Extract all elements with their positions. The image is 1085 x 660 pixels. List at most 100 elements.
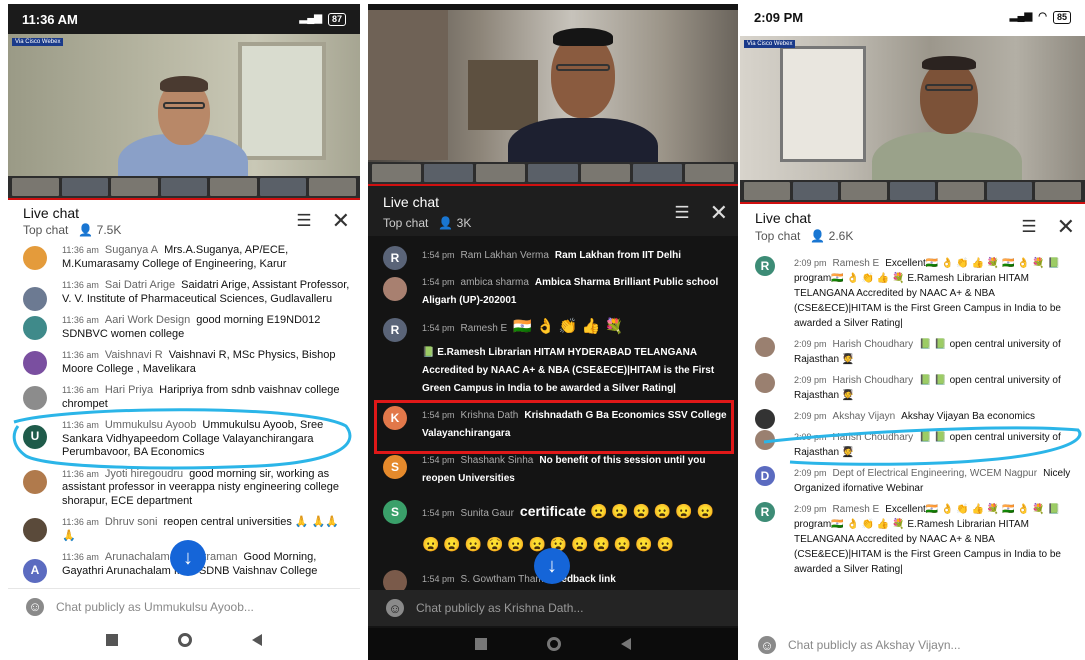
chat-message: R 1:54 pm Ram Lakhan Verma Ram Lakhan from… <box>368 246 738 270</box>
video-player[interactable]: Via Cisco Webex <box>8 34 360 198</box>
avatar: R <box>383 318 407 342</box>
avatar: S <box>383 500 407 524</box>
avatar: R <box>383 246 407 270</box>
recents-icon[interactable] <box>475 638 487 650</box>
smiley-icon[interactable]: ☺ <box>386 599 404 617</box>
video-player[interactable]: Via Cisco Webex <box>740 36 1085 202</box>
chat-message: 11:36 am Suganya A Mrs.A.Suganya, AP/ECE, … <box>8 244 360 271</box>
speaker <box>740 36 1085 202</box>
tune-icon[interactable]: ☰ <box>1021 217 1036 237</box>
arrow-down-icon: ↓ <box>547 554 557 577</box>
chat-message: S 1:54 pm Shashank Sinha No benefit of thi… <box>368 451 738 488</box>
back-icon[interactable] <box>252 634 262 646</box>
home-icon[interactable] <box>547 637 561 651</box>
wifi-icon: ◠ <box>1038 10 1047 22</box>
scroll-down-button[interactable]: ↓ <box>170 540 206 576</box>
chat-message: 2:09 pm Akshay Vijayn Akshay Vijayan Ba ec… <box>740 409 1085 429</box>
chat-message: 2:09 pm Harish Choudhary 📗 📗 open central … <box>740 337 1085 367</box>
status-time: 11:36 AM <box>22 11 78 27</box>
android-nav-bar <box>8 624 360 656</box>
chat-input-placeholder: Chat publicly as Ummukulsu Ayoob... <box>56 599 254 614</box>
back-icon[interactable] <box>621 638 631 650</box>
chat-input[interactable]: ☺ Chat publicly as Krishna Dath... <box>368 590 738 626</box>
chat-message: 11:36 am Dhruv soni reopen central univers… <box>8 516 360 543</box>
chat-message: 11:36 am Hari Priya Haripriya from sdnb va… <box>8 384 360 411</box>
chat-message: R 2:09 pm Ramesh E Excellent🇮🇳 👌 👏 👍 💐 🇮🇳 … <box>740 502 1085 577</box>
viewer-count: 2.6K <box>828 229 854 243</box>
speaker <box>368 10 738 184</box>
chat-message-list[interactable]: R 2:09 pm Ramesh E Excellent🇮🇳 👌 👏 👍 💐 🇮🇳 … <box>740 256 1085 628</box>
chat-input-placeholder: Chat publicly as Krishna Dath... <box>416 601 584 615</box>
arrow-down-icon: ↓ <box>183 546 193 569</box>
status-icons: ▂▄▆ ◠ 85 <box>1009 10 1071 24</box>
video-player[interactable] <box>368 10 738 184</box>
chat-message: D 2:09 pm Dept of Electrical Engineering,… <box>740 466 1085 496</box>
recents-icon[interactable] <box>106 634 118 646</box>
chat-message: U 11:36 am Ummukulsu Ayoob Ummukulsu Ayoob… <box>8 419 360 460</box>
status-icons: ▂▄▆ 87 <box>300 12 346 26</box>
participant-strip <box>368 162 738 184</box>
chat-message: R 1:54 pm Ramesh E 🇮🇳 👌 👏 👍 💐 <box>368 318 738 342</box>
avatar: D <box>755 466 775 486</box>
smiley-icon[interactable]: ☺ <box>26 597 44 616</box>
phone-screenshot-2: Live chat Top chat 👤 3K ☰ ✕ R 1:54 pm Ram… <box>368 4 738 660</box>
participant-strip <box>8 176 360 198</box>
viewer-count: 7.5K <box>96 223 122 237</box>
person-icon: 👤 <box>431 216 454 230</box>
battery-icon: 85 <box>1052 10 1071 24</box>
close-icon[interactable]: ✕ <box>332 208 350 234</box>
chat-mode-selector[interactable]: Top chat 👤 7.5K <box>23 223 121 237</box>
avatar: S <box>383 455 407 479</box>
avatar <box>23 246 47 270</box>
chat-header: Live chat Top chat 👤 2.6K ☰ ✕ <box>740 204 1085 250</box>
chat-header: Live chat Top chat 👤 3K ☰ ✕ <box>368 186 738 236</box>
avatar <box>23 518 47 542</box>
signal-icon: ▂▄▆ <box>1009 10 1033 22</box>
chat-mode-selector[interactable]: Top chat 👤 2.6K <box>755 229 853 243</box>
person-icon: 👤 <box>71 223 94 237</box>
avatar <box>383 277 407 301</box>
status-time: 2:09 PM <box>754 9 804 25</box>
close-icon[interactable]: ✕ <box>1057 214 1075 240</box>
avatar: U <box>23 425 47 449</box>
status-bar: 2:09 PM ▂▄▆ ◠ 85 <box>740 4 1085 30</box>
person-icon: 👤 <box>803 229 826 243</box>
chat-message: 2:09 pm Harish Choudhary 📗 📗 open central … <box>740 430 1085 460</box>
chat-message: 2:09 pm Harish Choudhary 📗 📗 open central … <box>740 373 1085 403</box>
chat-input[interactable]: ☺ Chat publicly as Ummukulsu Ayoob... <box>8 588 360 624</box>
chat-message: 📗 E.Ramesh Librarian HITAM HYDERABAD TEL… <box>422 347 715 394</box>
live-chat-title: Live chat <box>383 194 440 210</box>
scroll-down-button[interactable]: ↓ <box>534 548 570 584</box>
phone-screenshot-3: 2:09 PM ▂▄▆ ◠ 85 Via Cisco Webex Live ch… <box>740 4 1085 660</box>
smiley-icon[interactable]: ☺ <box>758 636 776 654</box>
avatar: R <box>755 256 775 276</box>
avatar <box>383 570 407 590</box>
avatar <box>23 316 47 340</box>
tune-icon[interactable]: ☰ <box>296 211 311 231</box>
chat-message-list[interactable]: 11:36 am Suganya A Mrs.A.Suganya, AP/ECE, … <box>8 244 360 586</box>
avatar: R <box>755 502 775 522</box>
chat-message: 1:54 pm ambica sharma Ambica Sharma Brilli… <box>368 273 738 310</box>
android-nav-bar <box>368 628 738 660</box>
tune-icon[interactable]: ☰ <box>674 203 689 223</box>
chat-input[interactable]: ☺ Chat publicly as Akshay Vijayn... <box>740 630 1085 660</box>
avatar <box>23 469 47 494</box>
highlight-box <box>374 400 734 454</box>
status-bar: 11:36 AM ▂▄▆ 87 <box>8 4 360 34</box>
chat-header: Live chat Top chat 👤 7.5K ☰ ✕ <box>8 200 360 242</box>
avatar <box>755 430 775 450</box>
chat-message: 11:36 am Sai Datri Arige Saidatri Arige, A… <box>8 279 360 311</box>
chat-message: 11:36 am Jyoti hiregoudru good morning sir… <box>8 468 360 509</box>
chat-mode-selector[interactable]: Top chat 👤 3K <box>383 216 471 230</box>
phone-screenshot-1: 11:36 AM ▂▄▆ 87 Via Cisco Webex Live cha… <box>8 4 360 656</box>
chat-input-placeholder: Chat publicly as Akshay Vijayn... <box>788 638 961 652</box>
avatar: A <box>23 559 47 583</box>
close-icon[interactable]: ✕ <box>710 200 728 226</box>
home-icon[interactable] <box>178 633 192 647</box>
chat-message: 11:36 am Vaishnavi R Vaishnavi R, MSc Phys… <box>8 349 360 376</box>
avatar <box>23 386 47 410</box>
battery-icon: 87 <box>327 12 346 26</box>
avatar <box>23 287 47 311</box>
viewer-count: 3K <box>456 216 472 230</box>
avatar <box>755 409 775 429</box>
